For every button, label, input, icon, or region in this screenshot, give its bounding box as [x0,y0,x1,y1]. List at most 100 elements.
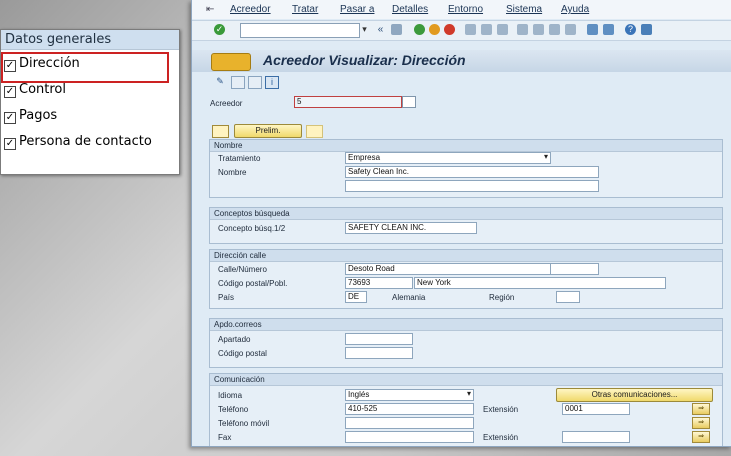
checklist-item-control[interactable]: ✓ Control [4,80,66,100]
find-next-icon[interactable] [497,24,508,35]
cancel-icon[interactable] [444,24,455,35]
nombre-field-2[interactable] [345,180,599,192]
menu-acreedor[interactable]: Acreedor [230,0,271,19]
telefono-more-icon[interactable]: ⇒ [692,403,710,415]
general-data-checklist: Datos generales ✓ Dirección ✓ Control ✓ Pag… [0,29,180,175]
menu-ayuda[interactable]: Ayuda [561,0,589,19]
preview-icon[interactable] [212,125,229,138]
menu-pasar-a[interactable]: Pasar a [340,0,374,19]
idioma-select[interactable]: Inglés [345,389,474,401]
prelim-button[interactable]: Prelim. [234,124,302,138]
sap-window: ⇤ Acreedor Tratar Pasar a Detalles Entor… [191,0,731,447]
apartado-field[interactable] [345,333,413,345]
movil-field[interactable] [345,417,474,429]
region-field[interactable] [556,291,580,303]
checkbox-checked-icon[interactable]: ✓ [4,86,16,98]
calle-field[interactable]: Desoto Road [345,263,551,275]
pais-name: Alemania [392,293,426,302]
tratamiento-label: Tratamiento [218,154,261,163]
telefono-label: Teléfono [218,405,249,414]
fax-label: Fax [218,433,232,442]
fax-extension-label: Extensión [483,433,519,442]
movil-label: Teléfono móvil [218,419,270,428]
checklist-item-direccion[interactable]: ✓ Dirección [1,52,169,83]
previous-page-icon[interactable] [533,24,544,35]
apdo-cp-field[interactable] [345,347,413,359]
menu-entorno[interactable]: Entorno [448,0,483,19]
menu-sistema[interactable]: Sistema [506,0,542,19]
chevron-down-icon[interactable]: ▾ [359,24,370,35]
print-preview-icon[interactable] [306,125,323,138]
first-page-icon[interactable] [517,24,528,35]
vendor-name-icon[interactable] [402,96,416,108]
otras-comunicaciones-button[interactable]: Otras comunicaciones... [556,388,713,402]
display-change-icon[interactable]: ✎ [214,76,226,87]
checklist-title: Datos generales [1,30,179,50]
back-icon[interactable] [414,24,425,35]
screen-title-bar: Acreedor Visualizar: Dirección [192,50,731,72]
nombre-label: Nombre [218,168,247,177]
menu-detalles[interactable]: Detalles [392,0,428,19]
settings-icon[interactable] [641,24,652,35]
otras-comunicaciones-label: Otras comunicaciones... [591,390,678,399]
enter-icon[interactable]: ✓ [214,24,225,35]
last-page-icon[interactable] [565,24,576,35]
other-vendor-icon[interactable] [231,76,245,89]
telefono-field[interactable]: 410-525 [345,403,474,415]
vendor-label: Acreedor [210,99,243,108]
sap-logo-icon[interactable] [211,53,251,71]
checkbox-checked-icon[interactable]: ✓ [4,60,16,72]
exit-icon[interactable] [429,24,440,35]
menu-bar: ⇤ Acreedor Tratar Pasar a Detalles Entor… [192,0,731,19]
application-toolbar: ✎ i [192,73,731,91]
info-icon[interactable]: i [265,76,279,89]
group-apdo-correos: Apdo.correos [209,318,723,368]
checkbox-checked-icon[interactable]: ✓ [4,138,16,150]
apdo-cp-label: Código postal [218,349,267,358]
movil-more-icon[interactable]: ⇒ [692,417,710,429]
help-icon[interactable]: ? [625,24,636,35]
pais-field[interactable]: DE [345,291,367,303]
prelim-label: Prelim. [255,126,281,135]
fax-extension-field[interactable] [562,431,630,443]
menu-exit-icon[interactable]: ⇤ [206,0,214,19]
vendor-field[interactable]: 5 [294,96,402,108]
numero-field[interactable] [550,263,599,275]
group-busqueda-title: Conceptos búsqueda [210,208,722,220]
find-icon[interactable] [481,24,492,35]
print-icon[interactable] [465,24,476,35]
extension-label: Extensión [483,405,519,414]
checkbox-checked-icon[interactable]: ✓ [4,112,16,124]
command-field[interactable] [240,23,360,38]
checklist-item-label: Dirección [19,56,80,71]
shortcut-icon[interactable] [603,24,614,35]
nombre-field[interactable]: Safety Clean Inc. [345,166,599,178]
fax-more-icon[interactable]: ⇒ [692,431,710,443]
standard-toolbar: ✓ ▾ « ? [192,20,731,41]
checklist-item-label: Persona de contacto [19,134,152,149]
concepto-field[interactable]: SAFETY CLEAN INC. [345,222,477,234]
next-page-icon[interactable] [549,24,560,35]
checklist-item-persona-contacto[interactable]: ✓ Persona de contacto [4,132,152,152]
region-label: Región [489,293,515,302]
codigo-postal-label: Código postal/Pobl. [218,279,288,288]
idioma-label: Idioma [218,391,243,400]
save-icon[interactable] [391,24,402,35]
checklist-item-pagos[interactable]: ✓ Pagos [4,106,57,126]
concepto-label: Concepto búsq.1/2 [218,224,286,233]
codigo-postal-field[interactable]: 73693 [345,277,413,289]
extension-field[interactable]: 0001 [562,403,630,415]
tratamiento-select[interactable]: Empresa [345,152,551,164]
pais-label: País [218,293,235,302]
fax-field[interactable] [345,431,474,443]
nav-back-double-icon[interactable]: « [375,24,386,35]
poblacion-field[interactable]: New York [414,277,666,289]
checklist-item-label: Pagos [19,108,58,123]
group-apdo-title: Apdo.correos [210,319,722,331]
menu-tratar[interactable]: Tratar [292,0,318,19]
apartado-label: Apartado [218,335,251,344]
screen-title: Acreedor Visualizar: Dirección [263,52,466,68]
group-nombre-title: Nombre [210,140,722,152]
next-screen-icon[interactable] [248,76,262,89]
new-session-icon[interactable] [587,24,598,35]
